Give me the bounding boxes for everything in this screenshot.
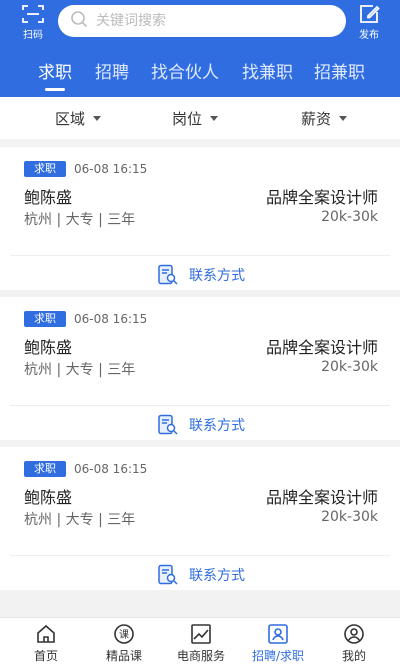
post-time: 06-08 16:15 [74, 312, 148, 326]
nav-ecommerce[interactable]: 电商服务 [161, 622, 241, 666]
contact-label: 联系方式 [189, 568, 245, 584]
contact-label: 联系方式 [189, 268, 245, 284]
contact-card-icon [158, 564, 178, 585]
expected-salary: 20k-30k [321, 209, 378, 225]
candidate-name: 鲍陈盛 [24, 488, 73, 507]
status-badge: 求职 [24, 161, 66, 177]
tab-job-seeking[interactable]: 求职 [38, 58, 72, 91]
tab-hire-parttime[interactable]: 招兼职 [314, 58, 365, 88]
chart-icon [190, 622, 212, 646]
scan-button[interactable]: 扫码 [16, 4, 50, 41]
desired-position: 品牌全案设计师 [265, 488, 378, 507]
category-tabs: 求职 招聘 找合伙人 找兼职 招兼职 [0, 52, 400, 92]
status-badge: 求职 [24, 311, 66, 327]
caret-down-icon [210, 115, 219, 121]
app-header: 扫码 发布 求职 招聘 找合伙人 找兼职 [0, 0, 400, 97]
filter-region[interactable]: 区域 [55, 108, 102, 128]
candidate-meta: 杭州 | 大专 | 三年 [24, 512, 136, 528]
search-input[interactable] [96, 13, 326, 29]
filter-bar: 区域 岗位 薪资 [0, 97, 400, 139]
card-divider [10, 555, 390, 556]
job-seeker-card[interactable]: 求职 06-08 16:15 鲍陈盛 杭州 | 大专 | 三年 品牌全案设计师 … [0, 297, 400, 440]
candidate-name: 鲍陈盛 [24, 338, 73, 357]
nav-recruit[interactable]: 招聘/求职 [238, 622, 318, 666]
caret-down-icon [339, 115, 348, 121]
home-icon [35, 622, 57, 646]
filter-salary[interactable]: 薪资 [301, 108, 348, 128]
job-seeker-card[interactable]: 求职 06-08 16:15 鲍陈盛 杭州 | 大专 | 三年 品牌全案设计师 … [0, 447, 400, 590]
contact-button[interactable]: 联系方式 [157, 564, 245, 586]
nav-courses[interactable]: 课 精品课 [84, 622, 164, 666]
post-time: 06-08 16:15 [74, 162, 148, 176]
search-icon [70, 10, 88, 32]
candidate-meta: 杭州 | 大专 | 三年 [24, 362, 136, 378]
contact-card-icon [158, 414, 178, 435]
candidate-name: 鲍陈盛 [24, 188, 73, 207]
candidate-meta: 杭州 | 大专 | 三年 [24, 212, 136, 228]
nav-home[interactable]: 首页 [6, 622, 86, 666]
contact-button[interactable]: 联系方式 [157, 414, 245, 436]
post-time: 06-08 16:15 [74, 462, 148, 476]
tab-recruit[interactable]: 招聘 [95, 58, 129, 88]
search-box[interactable] [58, 5, 346, 37]
contact-label: 联系方式 [189, 418, 245, 434]
publish-button[interactable]: 发布 [352, 4, 386, 41]
edit-icon [358, 4, 380, 28]
contact-card-icon [158, 264, 178, 285]
nav-profile[interactable]: 我的 [314, 622, 394, 666]
profile-icon [343, 622, 365, 646]
active-tab-indicator [45, 88, 65, 91]
expected-salary: 20k-30k [321, 359, 378, 375]
desired-position: 品牌全案设计师 [265, 188, 378, 207]
svg-text:课: 课 [119, 629, 129, 641]
filter-position[interactable]: 岗位 [172, 108, 219, 128]
status-badge: 求职 [24, 461, 66, 477]
contact-button[interactable]: 联系方式 [157, 264, 245, 286]
job-seeker-card[interactable]: 求职 06-08 16:15 鲍陈盛 杭州 | 大专 | 三年 品牌全案设计师 … [0, 147, 400, 290]
desired-position: 品牌全案设计师 [265, 338, 378, 357]
publish-label: 发布 [359, 30, 379, 41]
expected-salary: 20k-30k [321, 509, 378, 525]
recruit-icon [267, 622, 289, 646]
scan-label: 扫码 [23, 30, 43, 41]
card-divider [10, 405, 390, 406]
card-divider [10, 255, 390, 256]
caret-down-icon [93, 115, 102, 121]
tab-find-parttime[interactable]: 找兼职 [242, 58, 293, 88]
tab-find-partner[interactable]: 找合伙人 [151, 58, 219, 88]
scan-icon [22, 4, 44, 28]
bottom-nav: 首页 课 精品课 电商服务 招聘/求职 我的 [0, 617, 400, 666]
course-icon: 课 [113, 622, 135, 646]
